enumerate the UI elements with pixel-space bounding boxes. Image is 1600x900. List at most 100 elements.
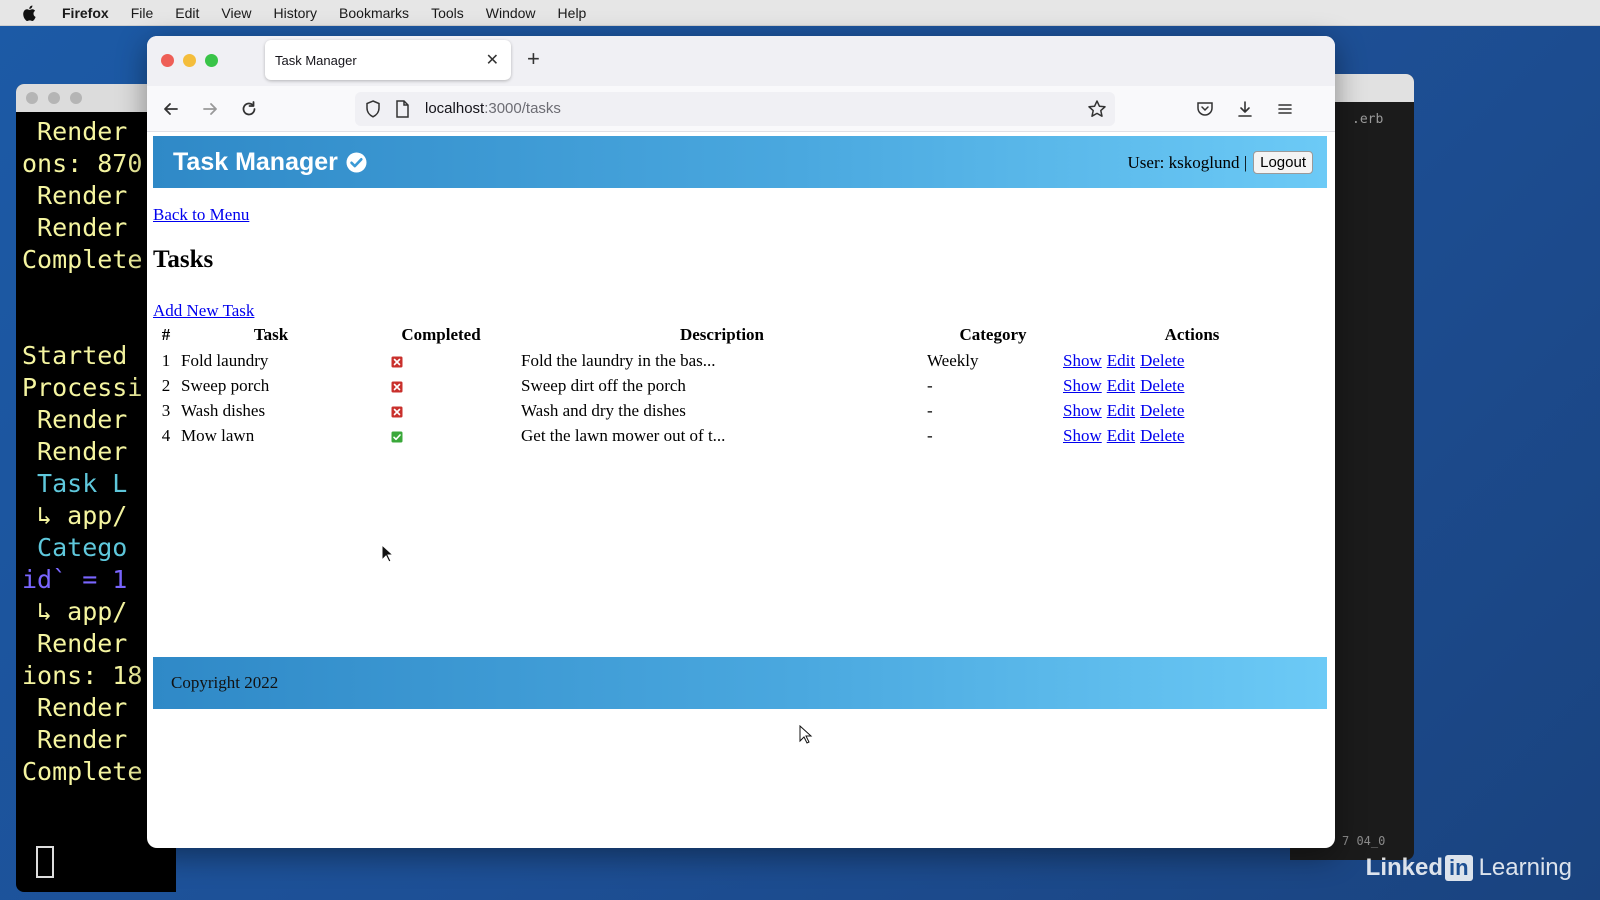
x-box-icon [391, 381, 403, 393]
add-new-task-link[interactable]: Add New Task [153, 301, 254, 321]
tab-task-manager[interactable]: Task Manager ✕ [265, 40, 511, 80]
window-controls [161, 54, 227, 67]
download-icon[interactable] [1233, 97, 1257, 121]
task-actions: Show Edit Delete [1061, 423, 1323, 448]
mouse-pointer-icon [381, 544, 395, 563]
browser-window: Task Manager ✕ + localhost:3000/tasks Ta… [147, 36, 1335, 848]
user-label: User: kskoglund | [1127, 152, 1248, 172]
task-description: Get the lawn mower out of t... [521, 425, 726, 445]
task-description: Fold the laundry in the bas... [521, 350, 716, 370]
edit-task-link[interactable]: Edit [1107, 351, 1135, 370]
navigation-toolbar: localhost:3000/tasks [147, 86, 1335, 132]
web-page-content: Task Manager User: kskoglund | Logout Ba… [153, 136, 1329, 842]
menubar-item-history[interactable]: History [273, 5, 317, 21]
apple-icon[interactable] [22, 4, 38, 22]
url-text[interactable]: localhost:3000/tasks [425, 100, 561, 117]
table-row: 3 Wash dishes Wash and dry the dishes - Show… [153, 398, 1323, 423]
bookmark-star-icon[interactable] [1087, 99, 1107, 119]
menubar-item-help[interactable]: Help [558, 5, 587, 21]
page-info-icon[interactable] [395, 100, 409, 118]
app-title: Task Manager [173, 148, 367, 177]
editor-footer-text: 7 04_0 [1342, 834, 1386, 848]
column-header-task: Task [253, 325, 289, 344]
hamburger-menu-icon[interactable] [1273, 97, 1297, 121]
editor-tab-label: .erb [1352, 112, 1384, 127]
shield-icon[interactable] [365, 100, 381, 118]
show-task-link[interactable]: Show [1063, 401, 1102, 420]
forward-arrow-icon[interactable] [198, 97, 222, 121]
back-to-menu-link[interactable]: Back to Menu [153, 205, 249, 225]
terminal-minimize-button[interactable] [48, 92, 60, 104]
task-completed-cell [363, 423, 519, 448]
page-title: Tasks [153, 246, 214, 273]
app-header: Task Manager User: kskoglund | Logout [153, 136, 1327, 188]
task-description: Wash and dry the dishes [521, 400, 686, 420]
copyright-text: Copyright 2022 [171, 673, 279, 692]
menubar-item-view[interactable]: View [221, 5, 251, 21]
close-window-button[interactable] [161, 54, 174, 67]
delete-task-link[interactable]: Delete [1140, 401, 1184, 420]
close-tab-icon[interactable]: ✕ [486, 50, 499, 70]
column-header-category: Category [959, 325, 1027, 344]
table-row: 1 Fold laundry Fold the laundry in the bas… [153, 348, 1323, 373]
pocket-icon[interactable] [1193, 97, 1217, 121]
task-completed-cell [363, 398, 519, 423]
edit-task-link[interactable]: Edit [1107, 426, 1135, 445]
column-header-description: Description [679, 325, 765, 344]
menubar-item-window[interactable]: Window [486, 5, 536, 21]
terminal-zoom-button[interactable] [70, 92, 82, 104]
edit-task-link[interactable]: Edit [1107, 401, 1135, 420]
table-header-row: # Task Completed Description Category Ac… [153, 322, 1323, 348]
task-number: 3 [161, 400, 171, 420]
task-completed-cell [363, 348, 519, 373]
task-name: Sweep porch [181, 375, 270, 395]
column-header-actions: Actions [1164, 325, 1220, 344]
logout-button[interactable]: Logout [1253, 151, 1313, 174]
watermark-brand-prefix: Linked [1365, 854, 1444, 881]
show-task-link[interactable]: Show [1063, 376, 1102, 395]
task-number: 2 [161, 375, 171, 395]
tab-strip: Task Manager ✕ + [147, 36, 1335, 86]
task-name: Mow lawn [181, 425, 255, 445]
task-category: - [927, 400, 933, 420]
mouse-pointer-icon [799, 725, 813, 744]
terminal-close-button[interactable] [26, 92, 38, 104]
menubar-item-edit[interactable]: Edit [175, 5, 199, 21]
new-tab-icon[interactable]: + [527, 46, 540, 72]
menubar-item-bookmarks[interactable]: Bookmarks [339, 5, 409, 21]
x-box-icon [391, 356, 403, 368]
macos-menubar: Firefox File Edit View History Bookmarks… [0, 0, 1600, 26]
minimize-window-button[interactable] [183, 54, 196, 67]
reload-icon[interactable] [237, 97, 261, 121]
back-arrow-icon[interactable] [159, 97, 183, 121]
delete-task-link[interactable]: Delete [1140, 351, 1184, 370]
check-box-icon [391, 431, 403, 443]
table-row: 4 Mow lawn Get the lawn mower out of t... -… [153, 423, 1323, 448]
user-area: User: kskoglund | Logout [1128, 151, 1313, 174]
task-category: Weekly [927, 350, 979, 370]
delete-task-link[interactable]: Delete [1140, 376, 1184, 395]
url-path: :3000/tasks [484, 100, 561, 117]
watermark-brand-suffix: Learning [1478, 854, 1572, 881]
app-title-text: Task Manager [173, 148, 338, 176]
linkedin-logo-icon: in [1445, 855, 1473, 881]
show-task-link[interactable]: Show [1063, 426, 1102, 445]
task-actions: Show Edit Delete [1061, 348, 1323, 373]
delete-task-link[interactable]: Delete [1140, 426, 1184, 445]
address-bar[interactable]: localhost:3000/tasks [355, 92, 1115, 126]
show-task-link[interactable]: Show [1063, 351, 1102, 370]
zoom-window-button[interactable] [205, 54, 218, 67]
task-completed-cell [363, 373, 519, 398]
edit-task-link[interactable]: Edit [1107, 376, 1135, 395]
menubar-item-tools[interactable]: Tools [431, 5, 464, 21]
menubar-app-name[interactable]: Firefox [62, 5, 109, 21]
linkedin-learning-watermark: Linked in Learning [1366, 854, 1572, 882]
task-actions: Show Edit Delete [1061, 398, 1323, 423]
terminal-cursor [36, 846, 54, 878]
tab-title: Task Manager [275, 52, 357, 68]
task-number: 1 [161, 350, 171, 370]
column-header-completed: Completed [401, 325, 481, 344]
menubar-item-file[interactable]: File [131, 5, 154, 21]
task-name: Fold laundry [181, 350, 269, 370]
url-host: localhost [425, 100, 485, 117]
